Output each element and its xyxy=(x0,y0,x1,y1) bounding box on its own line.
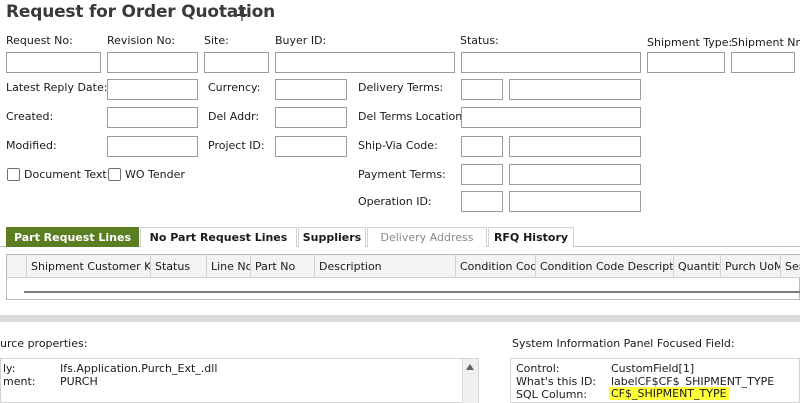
column-header-status[interactable]: Status xyxy=(150,255,206,278)
del-addr-label: Del Addr: xyxy=(208,110,260,123)
operation-id-label: Operation ID: xyxy=(358,195,432,208)
column-header-purch-uom[interactable]: Purch UoM xyxy=(720,255,780,278)
column-header-part-no[interactable]: Part No xyxy=(250,255,314,278)
ship-via-code-field[interactable] xyxy=(461,136,503,157)
source-value: Ifs.Application.Purch_Ext_.dll xyxy=(60,362,218,375)
modified-label: Modified: xyxy=(6,139,57,152)
shipment-type-field[interactable] xyxy=(647,52,725,73)
request-no-field[interactable] xyxy=(6,52,101,73)
grid-scroll-track[interactable] xyxy=(24,291,800,293)
tab-part-request-lines[interactable]: Part Request Lines xyxy=(6,227,139,247)
tab-delivery-address[interactable]: Delivery Address xyxy=(367,227,487,247)
tab-no-part-request-lines[interactable]: No Part Request Lines xyxy=(140,227,297,247)
tab-suppliers[interactable]: Suppliers xyxy=(298,227,366,247)
operation-id-desc-field[interactable] xyxy=(509,191,641,212)
system-info-key-control: Control: xyxy=(516,362,560,375)
latest-reply-date-label: Latest Reply Date: xyxy=(6,81,108,94)
ship-via-code-label: Ship-Via Code: xyxy=(358,139,438,152)
payment-terms-field[interactable] xyxy=(461,164,503,185)
column-header-condition-code-description[interactable]: Condition Code Description xyxy=(535,255,673,278)
status-field[interactable] xyxy=(461,52,641,73)
delivery-terms-field[interactable] xyxy=(461,79,503,100)
document-text-checkbox[interactable] xyxy=(7,168,20,181)
wo-tender-label: WO Tender xyxy=(125,168,185,181)
wo-tender-checkbox[interactable] xyxy=(108,168,121,181)
column-header-shipment-customer-key[interactable]: Shipment Customer Key xyxy=(26,255,150,278)
created-field[interactable] xyxy=(107,107,198,128)
shipment-nr-label: Shipment Nr.: xyxy=(731,36,800,49)
del-terms-location-label: Del Terms Location: xyxy=(358,110,466,123)
buyer-id-field[interactable] xyxy=(275,52,455,73)
modified-field[interactable] xyxy=(107,136,198,157)
payment-terms-label: Payment Terms: xyxy=(358,168,446,181)
column-header-ser[interactable]: Ser xyxy=(780,255,800,278)
del-terms-location-field[interactable] xyxy=(461,107,641,128)
del-addr-field[interactable] xyxy=(275,107,347,128)
currency-field[interactable] xyxy=(275,79,347,100)
latest-reply-date-field[interactable] xyxy=(107,79,198,100)
source-properties-title: urce properties: xyxy=(0,337,88,350)
shipment-type-label: Shipment Type: xyxy=(647,36,733,49)
system-info-key-sql-column: SQL Column: xyxy=(516,388,588,401)
revision-no-field[interactable] xyxy=(107,52,198,73)
document-text-label: Document Text xyxy=(24,168,107,181)
status-label: Status: xyxy=(460,34,499,47)
panel-splitter[interactable] xyxy=(0,315,800,322)
site-field[interactable] xyxy=(204,52,269,73)
project-id-field[interactable] xyxy=(275,136,347,157)
system-info-value-sql-column: CF$_SHIPMENT_TYPE xyxy=(609,387,729,400)
project-id-label: Project ID: xyxy=(208,139,265,152)
pin-icon[interactable] xyxy=(235,6,249,22)
system-info-key-whats-this-id: What's this ID: xyxy=(516,375,597,388)
column-header-description[interactable]: Description xyxy=(314,255,455,278)
revision-no-label: Revision No: xyxy=(107,34,176,47)
payment-terms-desc-field[interactable] xyxy=(509,164,641,185)
source-value: PURCH xyxy=(60,375,98,388)
ship-via-code-desc-field[interactable] xyxy=(509,136,641,157)
source-key: ment: xyxy=(3,375,36,388)
operation-id-field[interactable] xyxy=(461,191,503,212)
column-header-condition-code[interactable]: Condition Code xyxy=(455,255,535,278)
column-header-line-no[interactable]: Line No xyxy=(206,255,250,278)
created-label: Created: xyxy=(6,110,54,123)
site-label: Site: xyxy=(204,34,229,47)
scroll-up-icon[interactable] xyxy=(465,363,475,371)
system-info-value-control: CustomField[1] xyxy=(611,362,695,375)
delivery-terms-desc-field[interactable] xyxy=(509,79,641,100)
delivery-terms-label: Delivery Terms: xyxy=(358,81,444,94)
tab-rfq-history[interactable]: RFQ History xyxy=(488,227,574,247)
source-key: ly: xyxy=(3,362,16,375)
request-no-label: Request No: xyxy=(6,34,73,47)
buyer-id-label: Buyer ID: xyxy=(275,34,327,47)
system-info-title: System Information Panel Focused Field: xyxy=(512,337,735,350)
column-header-quantity[interactable]: Quantity xyxy=(673,255,720,278)
shipment-nr-field[interactable] xyxy=(731,52,795,73)
currency-label: Currency: xyxy=(208,81,261,94)
